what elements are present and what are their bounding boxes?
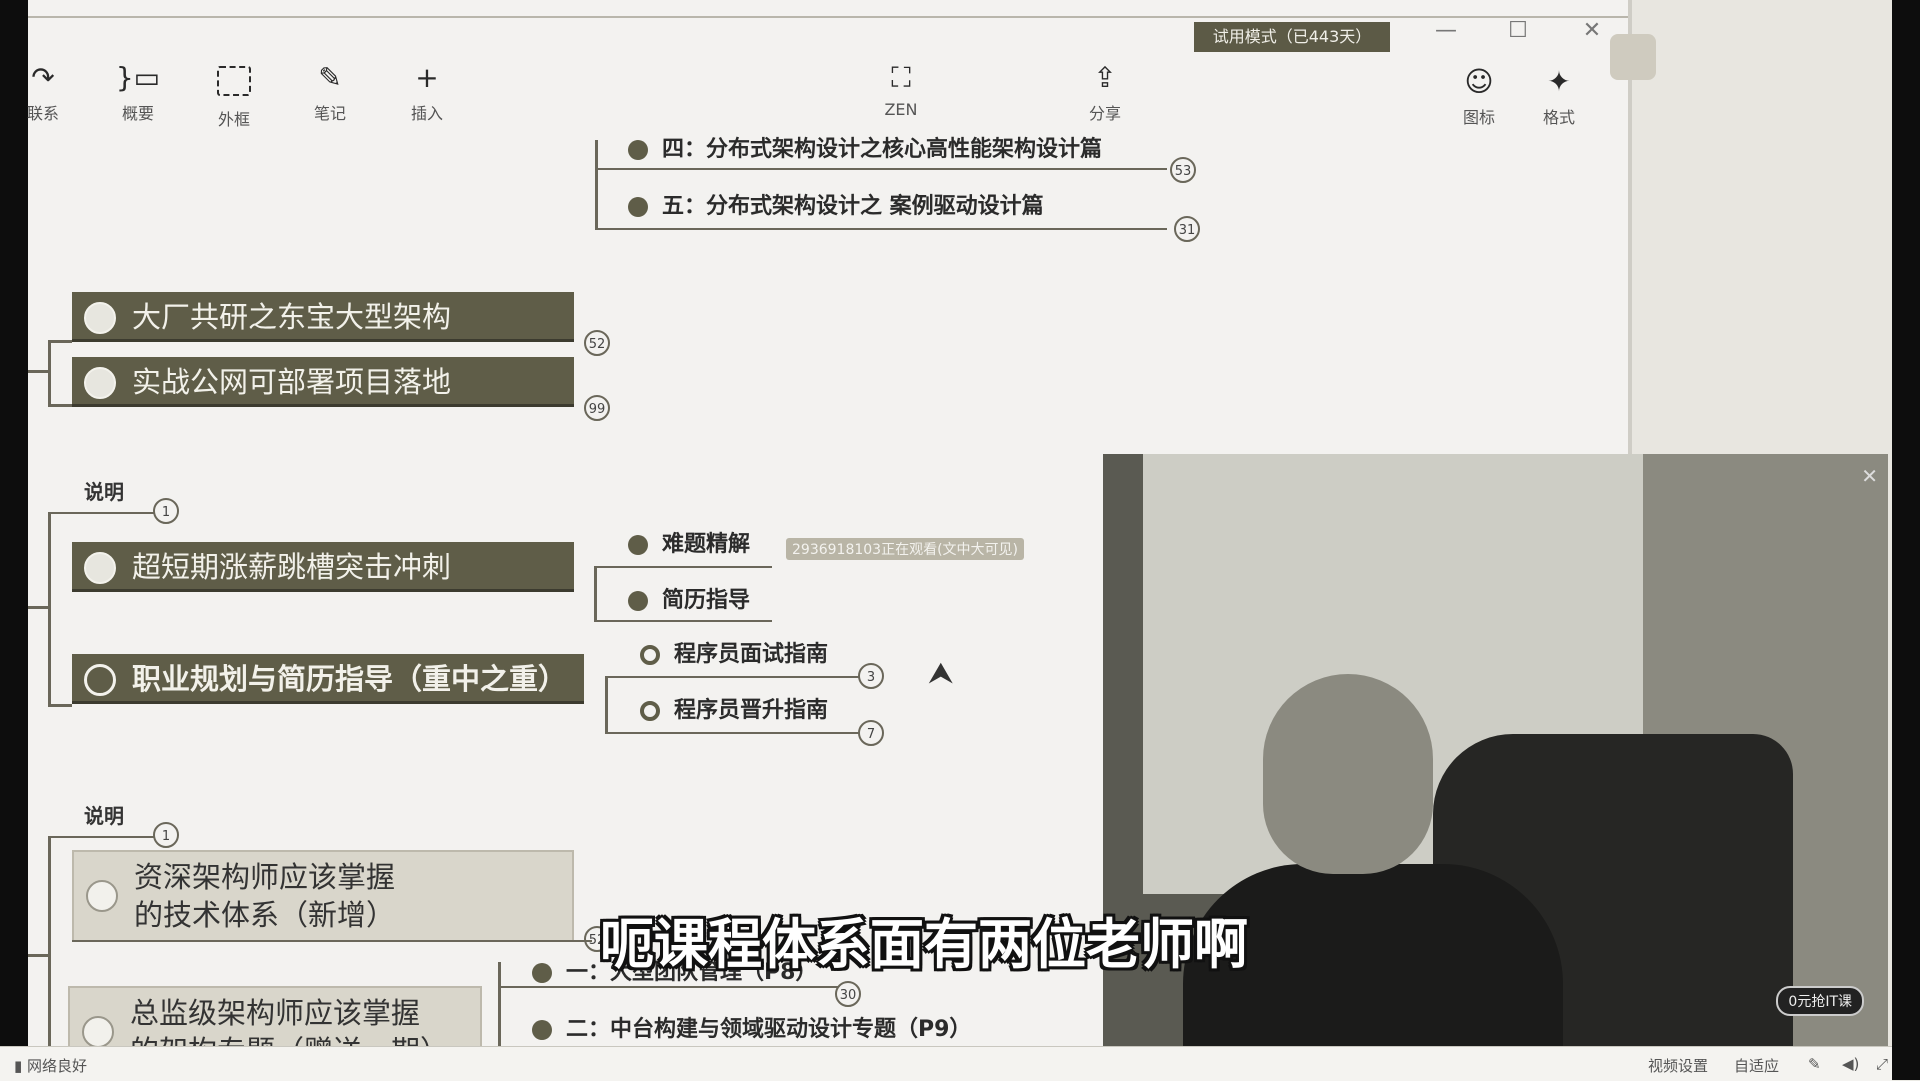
toolbar-relation-button[interactable]: ↷ 联系	[8, 62, 78, 124]
toolbar-icon-panel-button[interactable]: ☺ 图标	[1444, 66, 1514, 128]
topic-icon	[628, 197, 648, 217]
summary-icon: }▭	[115, 61, 161, 94]
topic-high-performance[interactable]: 四：分布式架构设计之核心高性能架构设计篇	[624, 133, 1102, 167]
branch-node-salary-sprint[interactable]: 超短期涨薪跳槽突击冲刺	[72, 542, 574, 592]
connector-line	[594, 566, 772, 568]
branch-node-deploy-project[interactable]: 实战公网可部署项目落地	[72, 357, 574, 407]
connector-line	[597, 228, 1167, 230]
connector-line	[28, 606, 50, 609]
star-icon	[532, 963, 552, 983]
share-icon: ⇪	[1093, 61, 1117, 94]
connector-line	[48, 704, 72, 707]
connector-line	[48, 836, 51, 1046]
smiley-icon: ☺	[1464, 65, 1494, 98]
toolbar-insert-button[interactable]: + 插入	[392, 62, 462, 124]
connector-line	[48, 404, 72, 407]
branch-node-jd-architecture[interactable]: 大厂共研之东宝大型架构	[72, 292, 574, 342]
video-subtitle: 呃课程体系面有两位老师啊	[600, 913, 1248, 976]
circle-icon	[84, 664, 116, 696]
user-icon	[84, 367, 116, 399]
toolbar-summary-button[interactable]: }▭ 概要	[103, 62, 173, 124]
connector-line	[605, 676, 608, 734]
player-bottom-bar: ▮ 网络良好 视频设置 自适应 ✎ ◀) ⤢	[0, 1046, 1892, 1081]
check-icon	[628, 591, 648, 611]
topic-icon	[628, 140, 648, 160]
branch-node-career-planning[interactable]: 职业规划与简历指导（重中之重）	[72, 654, 584, 704]
connector-line	[48, 340, 72, 343]
topic-case-driven[interactable]: 五：分布式架构设计之 案例驱动设计篇	[624, 190, 1044, 224]
signal-icon: ▮	[14, 1057, 28, 1075]
connector-line	[595, 140, 598, 230]
topic-count-badge[interactable]: 30	[835, 981, 861, 1007]
connector-line	[594, 620, 772, 622]
connector-line	[48, 836, 166, 838]
relation-icon: ↷	[31, 61, 55, 94]
topic-count-badge[interactable]: 31	[1174, 216, 1200, 242]
topic-promotion-guide[interactable]: 程序员晋升指南	[636, 694, 828, 728]
mouse-cursor-icon: ⮝	[928, 656, 954, 691]
note-icon: ✎	[318, 61, 342, 94]
promo-button[interactable]: 0元抢IT课	[1776, 986, 1864, 1016]
user-icon	[84, 302, 116, 334]
adaptive-button[interactable]: 自适应	[1734, 1055, 1779, 1076]
topic-count-badge[interactable]: 7	[858, 720, 884, 746]
presenter-head	[1263, 674, 1433, 874]
connector-line	[48, 512, 51, 706]
topic-icon	[640, 645, 660, 665]
topic-hard-problems[interactable]: 难题精解	[624, 528, 750, 562]
branch-node-senior-architect[interactable]: 资深架构师应该掌握 的技术体系（新增）	[72, 850, 574, 942]
insert-icon: +	[415, 61, 439, 94]
user-icon	[82, 1016, 114, 1048]
window-top-edge	[28, 16, 1628, 18]
toolbar-note-button[interactable]: ✎ 笔记	[295, 62, 365, 124]
connector-line	[594, 566, 597, 622]
toolbar-share-button[interactable]: ⇪ 分享	[1070, 62, 1140, 124]
video-settings-button[interactable]: 视频设置	[1648, 1055, 1708, 1076]
network-status: ▮ 网络良好	[14, 1057, 88, 1075]
close-icon[interactable]: ✕	[1572, 18, 1612, 43]
connector-line	[605, 676, 863, 678]
maximize-icon[interactable]: ☐	[1498, 18, 1538, 43]
connector-line	[48, 340, 51, 406]
dollar-icon	[628, 535, 648, 555]
topic-count-badge[interactable]: 3	[858, 663, 884, 689]
fullscreen-icon[interactable]: ⤢	[1876, 1055, 1888, 1073]
connector-line	[28, 370, 50, 373]
toolbar-zen-button[interactable]: ⛶ ZEN	[866, 61, 936, 120]
connector-line	[605, 732, 863, 734]
connector-line	[28, 954, 50, 957]
brush-icon[interactable]: ✎	[1808, 1055, 1821, 1073]
connector-line	[597, 168, 1167, 170]
topic-icon	[640, 701, 660, 721]
toolbar-boundary-button[interactable]: 外框	[199, 62, 269, 130]
topic-resume-guidance[interactable]: 简历指导	[624, 584, 750, 618]
left-screen-border	[0, 0, 28, 1046]
user-icon	[84, 552, 116, 584]
connector-line	[72, 940, 592, 942]
note-count-badge[interactable]: 1	[153, 822, 179, 848]
format-brush-icon: ✦	[1547, 65, 1571, 98]
branch-count-badge[interactable]: 52	[584, 330, 610, 356]
topic-interview-guide[interactable]: 程序员面试指南	[636, 638, 828, 672]
viewer-watermark: 2936918103正在观看(文中大可见)	[786, 538, 1024, 560]
note-label: 说明	[84, 804, 124, 828]
topic-middle-platform[interactable]: 二：中台构建与领域驱动设计专题（P9）	[528, 1013, 971, 1047]
topic-count-badge[interactable]: 53	[1170, 157, 1196, 183]
volume-icon[interactable]: ◀)	[1842, 1055, 1859, 1073]
connector-line	[498, 962, 501, 1046]
user-icon	[86, 880, 118, 912]
minimize-icon[interactable]: —	[1426, 18, 1466, 43]
note-count-badge[interactable]: 1	[153, 498, 179, 524]
close-icon[interactable]: ✕	[1861, 464, 1878, 488]
watermark-logo	[1610, 34, 1850, 94]
trial-mode-badge: 试用模式（已443天）	[1194, 22, 1390, 52]
right-screen-border	[1892, 0, 1920, 1080]
star-icon	[532, 1020, 552, 1040]
connector-line	[48, 512, 166, 514]
boundary-icon	[217, 66, 251, 96]
fullscreen-icon: ⛶	[891, 61, 911, 94]
note-label: 说明	[84, 480, 124, 504]
toolbar-format-button[interactable]: ✦ 格式	[1524, 66, 1594, 128]
branch-count-badge[interactable]: 99	[584, 395, 610, 421]
